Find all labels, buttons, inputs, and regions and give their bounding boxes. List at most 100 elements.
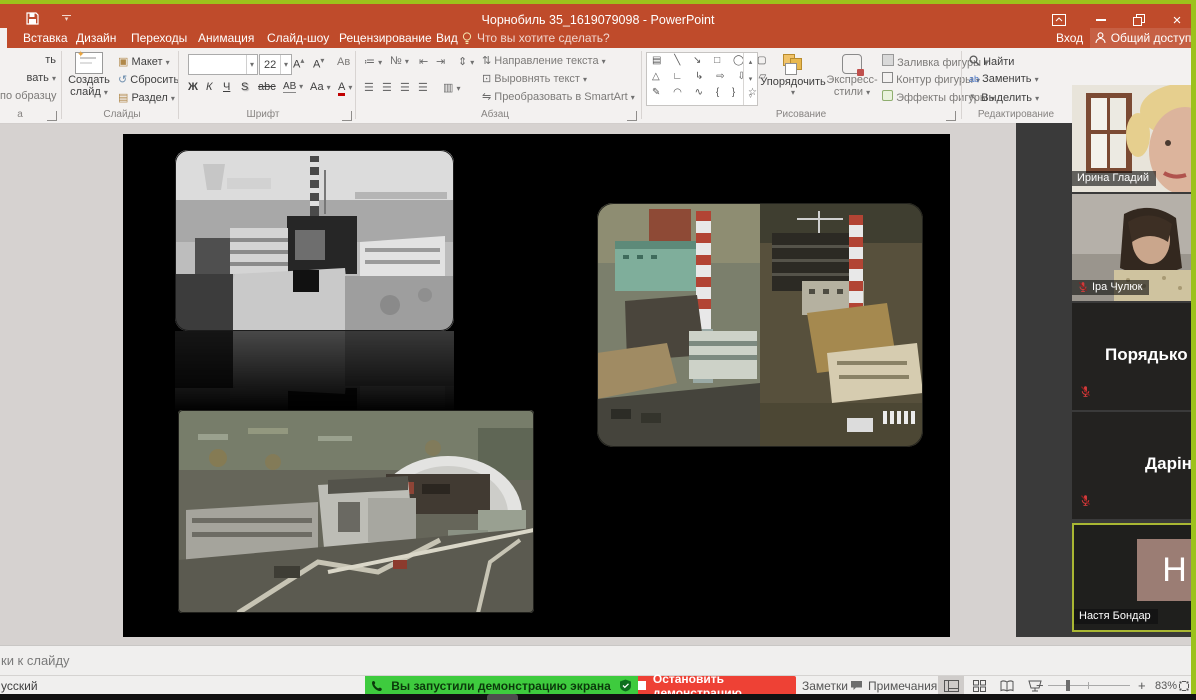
align-right-button[interactable]: ☰ [400, 81, 410, 94]
bullets-button[interactable]: ≔ ▾ [364, 55, 382, 68]
shapes-gallery[interactable]: ▤ ╲ ↘ □ ◯ ▢ △ ∟ ↳ ⇨ ⇩ ▱ ✎ ◠ ∿ { } ☆ ▴ ▾ … [646, 52, 758, 106]
font-size-combo[interactable]: 22▾ [259, 54, 292, 75]
tell-me[interactable]: Что вы хотите сделать? [462, 28, 610, 48]
participant-tile-darina[interactable]: Даріна [1072, 412, 1196, 519]
paragraph-group-label: Абзац [360, 109, 630, 120]
search-icon [969, 55, 980, 66]
shape-effects-icon [882, 90, 893, 101]
font-dialog-launcher[interactable] [342, 111, 352, 121]
gallery-up-arrow[interactable]: ▴ [749, 58, 753, 66]
section-button[interactable]: ▤ Раздел ▾ [118, 91, 175, 104]
select-button[interactable]: ↖ Выделить ▾ [969, 91, 1039, 104]
reset-button[interactable]: ↺ Сбросить [118, 73, 179, 86]
participant-tile-irina[interactable]: Ирина Гладий [1072, 85, 1196, 192]
tell-me-label: Что вы хотите сделать? [477, 28, 610, 48]
gallery-more-arrow[interactable]: ▿ [749, 92, 753, 100]
photo-destroyed-reactor-color-composite[interactable] [597, 203, 923, 447]
font-name-combo[interactable]: ▾ [188, 54, 258, 75]
increase-indent-button[interactable]: ⇥ [436, 55, 445, 68]
participant-tile-ira[interactable]: Іра Чулюк [1072, 194, 1196, 301]
reading-view-button[interactable] [994, 676, 1020, 695]
justify-button[interactable]: ☰ [418, 81, 428, 94]
bold-button[interactable]: Ж [188, 81, 198, 93]
tab-design[interactable]: Дизайн [67, 28, 125, 48]
normal-view-button[interactable] [938, 676, 964, 695]
char-spacing-button[interactable]: АВ ▾ [283, 81, 303, 92]
layout-button[interactable]: ▣ Макет ▾ [118, 55, 170, 68]
share-label: Общий доступ [1111, 31, 1192, 45]
slide-canvas[interactable] [123, 134, 950, 637]
language-indicator[interactable]: усский [1, 676, 38, 695]
columns-button[interactable]: ▥ ▾ [443, 81, 460, 94]
taskbar-notch[interactable] [487, 694, 518, 700]
new-slide-icon: ✦ [75, 52, 103, 74]
zoom-slider-handle[interactable] [1066, 680, 1070, 691]
cut-button-partial[interactable]: ть [0, 54, 56, 66]
photo-new-safe-confinement-aerial[interactable] [178, 410, 534, 613]
align-text-button[interactable]: ⊡ Выровнять текст ▾ [482, 72, 587, 85]
window-title: Чорнобиль 35_1619079098 - PowerPoint [0, 13, 1196, 27]
change-case-button[interactable]: Аа ▾ [310, 81, 331, 93]
zoom-in-button[interactable]: + [1138, 676, 1146, 695]
slide-sorter-view-button[interactable] [966, 676, 992, 695]
participant-name: Даріна [1145, 454, 1196, 474]
copy-button-partial[interactable]: вать ▾ [0, 72, 56, 84]
strikethrough-button[interactable]: abc [258, 81, 276, 93]
avatar: Н [1137, 539, 1196, 601]
font-color-button[interactable]: А ▾ [338, 81, 352, 93]
slideshow-view-button[interactable] [1022, 676, 1048, 695]
notes-pane[interactable]: ки к слайду [0, 645, 1196, 676]
numbering-button[interactable]: № ▾ [390, 55, 409, 67]
align-left-button[interactable]: ☰ [364, 81, 374, 94]
zoom-out-button[interactable]: − [1036, 676, 1044, 695]
text-shadow-button[interactable]: S [241, 81, 248, 93]
find-button[interactable]: Найти [969, 55, 1014, 68]
stop-share-button[interactable]: Остановить демонстрацию [638, 676, 796, 695]
zoom-slider-track[interactable] [1048, 685, 1130, 686]
participant-tile-poryadko[interactable]: Порядько А [1072, 303, 1196, 410]
shape-outline-button[interactable]: Контур фигуры ▾ [882, 72, 980, 86]
comments-toggle-button[interactable]: Примечания [850, 676, 937, 695]
notes-toggle-button[interactable]: Заметки [802, 676, 848, 695]
photo-chernobyl-1986-bw-aerial[interactable] [175, 150, 454, 331]
taskbar-edge [0, 694, 1196, 700]
align-center-button[interactable]: ☰ [382, 81, 392, 94]
new-slide-button[interactable]: ✦ Создать слайд ▾ [64, 52, 114, 98]
grow-font-button[interactable]: А▴ [293, 56, 304, 71]
tab-slideshow[interactable]: Слайд-шоу [258, 28, 338, 48]
share-button[interactable]: Общий доступ [1090, 28, 1196, 48]
drawing-dialog-launcher[interactable] [946, 111, 956, 121]
gallery-down-arrow[interactable]: ▾ [749, 75, 753, 83]
normal-view-icon [944, 680, 959, 692]
screenshare-border-right [1191, 4, 1196, 700]
fit-to-window-button[interactable] [1176, 676, 1192, 695]
quick-styles-button[interactable]: Экспресс- стили ▾ [828, 54, 876, 98]
sign-in-button[interactable]: Вход [1056, 28, 1083, 48]
paragraph-dialog-launcher[interactable] [627, 111, 637, 121]
shape-outline-icon [882, 72, 893, 83]
tab-view[interactable]: Вид [427, 28, 467, 48]
clear-formatting-button[interactable]: Ав [337, 56, 350, 68]
ribbon: ть вать ▾ по образцу а ✦ Создать слайд ▾… [0, 48, 1196, 124]
group-separator [355, 51, 356, 119]
format-painter-partial[interactable]: по образцу [0, 90, 56, 102]
convert-smartart-button[interactable]: ⇋ Преобразовать в SmartArt ▾ [482, 90, 635, 103]
clipboard-dialog-launcher[interactable] [47, 111, 57, 121]
titlebar: ▾ Чорнобиль 35_1619079098 - PowerPoint × [0, 4, 1196, 28]
arrange-button[interactable]: Упорядочить ▾ [763, 54, 823, 97]
shape-fill-icon [882, 54, 894, 66]
tab-review[interactable]: Рецензирование [330, 28, 441, 48]
text-direction-button[interactable]: ⇅ Направление текста ▾ [482, 54, 606, 67]
tab-animations[interactable]: Анимация [189, 28, 263, 48]
decrease-indent-button[interactable]: ⇤ [419, 55, 428, 68]
tab-transitions[interactable]: Переходы [122, 28, 196, 48]
line-spacing-button[interactable]: ⇕ ▾ [458, 55, 474, 68]
shrink-font-button[interactable]: А▾ [313, 56, 324, 71]
tab-home-partial[interactable] [0, 28, 7, 48]
underline-button[interactable]: Ч [223, 81, 230, 93]
zoom-percentage[interactable]: 83% [1155, 676, 1177, 695]
participant-tile-nastya[interactable]: Н Настя Бондар [1072, 523, 1196, 632]
replace-button[interactable]: ab Заменить ▾ [969, 73, 1039, 85]
phone-icon [371, 680, 383, 692]
italic-button[interactable]: К [206, 81, 212, 93]
